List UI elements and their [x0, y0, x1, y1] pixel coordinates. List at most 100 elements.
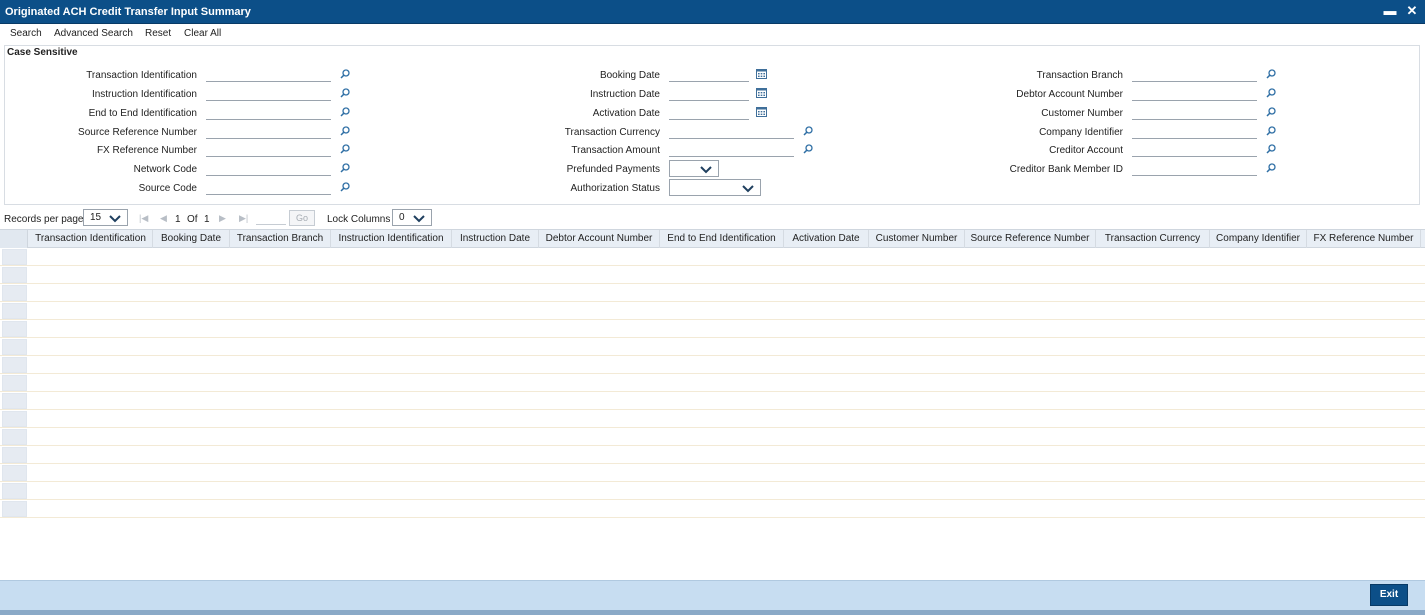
first-page-icon[interactable]: |◀	[139, 213, 148, 224]
table-row[interactable]	[0, 266, 1425, 284]
column-header[interactable]: Debtor Account Number	[539, 230, 660, 248]
row-selector[interactable]	[2, 411, 27, 427]
column-header[interactable]: FX Reference Number	[1307, 230, 1421, 248]
records-per-page-select[interactable]: 15	[83, 209, 128, 226]
company-identifier-input[interactable]	[1132, 125, 1257, 139]
creditor-bank-member-id-input[interactable]	[1132, 162, 1257, 176]
column-header[interactable]: Transaction Currency	[1096, 230, 1210, 248]
calendar-icon[interactable]	[756, 107, 767, 117]
close-icon[interactable]: ✕	[1405, 4, 1419, 18]
column-header[interactable]: Transaction Branch	[230, 230, 331, 248]
source-code-input[interactable]	[206, 181, 331, 195]
table-row[interactable]	[0, 482, 1425, 500]
instruction-date-input[interactable]	[669, 87, 749, 101]
search-lens-icon[interactable]	[803, 144, 813, 154]
table-row[interactable]	[0, 302, 1425, 320]
row-selector[interactable]	[2, 321, 27, 337]
table-row[interactable]	[0, 374, 1425, 392]
minimize-icon[interactable]: ▬	[1383, 4, 1397, 18]
row-selector[interactable]	[2, 429, 27, 445]
debtor-account-number-input[interactable]	[1132, 87, 1257, 101]
table-row[interactable]	[0, 320, 1425, 338]
table-row[interactable]	[0, 356, 1425, 374]
authorization-status-select[interactable]	[669, 179, 761, 196]
search-lens-icon[interactable]	[340, 144, 350, 154]
calendar-icon[interactable]	[756, 69, 767, 79]
exit-button[interactable]: Exit	[1370, 584, 1408, 606]
row-selector[interactable]	[2, 267, 27, 283]
clear-all-button[interactable]: Clear All	[184, 28, 221, 39]
table-row[interactable]	[0, 410, 1425, 428]
table-row[interactable]	[0, 428, 1425, 446]
row-selector[interactable]	[2, 285, 27, 301]
table-row[interactable]	[0, 464, 1425, 482]
row-selector[interactable]	[2, 339, 27, 355]
search-lens-icon[interactable]	[1266, 144, 1276, 154]
search-lens-icon[interactable]	[1266, 107, 1276, 117]
table-row[interactable]	[0, 338, 1425, 356]
search-lens-icon[interactable]	[340, 126, 350, 136]
column-header[interactable]: Booking Date	[153, 230, 230, 248]
row-selector[interactable]	[2, 465, 27, 481]
grid-select-all[interactable]	[0, 230, 28, 248]
column-header[interactable]: Source Reference Number	[965, 230, 1096, 248]
table-row[interactable]	[0, 284, 1425, 302]
booking-date-input[interactable]	[669, 68, 749, 82]
search-lens-icon[interactable]	[1266, 163, 1276, 173]
last-page-icon[interactable]: ▶|	[239, 213, 248, 224]
column-header[interactable]: Customer Number	[869, 230, 965, 248]
network-code-input[interactable]	[206, 162, 331, 176]
search-lens-icon[interactable]	[1266, 126, 1276, 136]
search-lens-icon[interactable]	[803, 126, 813, 136]
row-selector[interactable]	[2, 249, 27, 265]
reset-button[interactable]: Reset	[145, 28, 171, 39]
lock-columns-select[interactable]: 0	[392, 209, 432, 226]
table-row[interactable]	[0, 500, 1425, 518]
end-to-end-identification-input[interactable]	[206, 106, 331, 120]
column-header[interactable]: Instruction Date	[452, 230, 539, 248]
column-header[interactable]: Instruction Identification	[331, 230, 452, 248]
search-lens-icon[interactable]	[1266, 88, 1276, 98]
column-header[interactable]: Transaction Identification	[29, 230, 153, 248]
search-lens-icon[interactable]	[340, 69, 350, 79]
calendar-icon[interactable]	[756, 88, 767, 98]
fx-reference-number-input[interactable]	[206, 143, 331, 157]
row-selector[interactable]	[2, 501, 27, 517]
transaction-currency-input[interactable]	[669, 125, 794, 139]
transaction-amount-input[interactable]	[669, 143, 794, 157]
search-lens-icon[interactable]	[340, 182, 350, 192]
goto-page-input[interactable]	[256, 210, 286, 225]
previous-page-icon[interactable]: ◀	[160, 213, 167, 224]
transaction-branch-input[interactable]	[1132, 68, 1257, 82]
row-selector[interactable]	[2, 483, 27, 499]
search-lens-icon[interactable]	[340, 88, 350, 98]
case-sensitive-legend: Case Sensitive	[7, 47, 78, 58]
row-selector[interactable]	[2, 447, 27, 463]
table-row[interactable]	[0, 248, 1425, 266]
row-selector[interactable]	[2, 303, 27, 319]
table-row[interactable]	[0, 446, 1425, 464]
next-page-icon[interactable]: ▶	[219, 213, 226, 224]
row-selector[interactable]	[2, 393, 27, 409]
creditor-account-input[interactable]	[1132, 143, 1257, 157]
customer-number-input[interactable]	[1132, 106, 1257, 120]
column-header[interactable]: Activation Date	[784, 230, 869, 248]
row-selector[interactable]	[2, 357, 27, 373]
search-lens-icon[interactable]	[340, 163, 350, 173]
instruction-identification-input[interactable]	[206, 87, 331, 101]
activation-date-input[interactable]	[669, 106, 749, 120]
go-button[interactable]: Go	[289, 210, 315, 226]
table-row[interactable]	[0, 392, 1425, 410]
search-button[interactable]: Search	[10, 28, 42, 39]
column-header[interactable]: End to End Identification	[660, 230, 784, 248]
transaction-identification-input[interactable]	[206, 68, 331, 82]
search-lens-icon[interactable]	[1266, 69, 1276, 79]
row-selector[interactable]	[2, 375, 27, 391]
results-grid: Transaction Identification Booking Date …	[0, 229, 1425, 519]
prefunded-payments-select[interactable]	[669, 160, 719, 177]
search-lens-icon[interactable]	[340, 107, 350, 117]
advanced-search-button[interactable]: Advanced Search	[54, 28, 133, 39]
column-header[interactable]: Company Identifier	[1210, 230, 1307, 248]
transaction-identification-label: Transaction Identification	[86, 70, 197, 81]
source-reference-number-input[interactable]	[206, 125, 331, 139]
